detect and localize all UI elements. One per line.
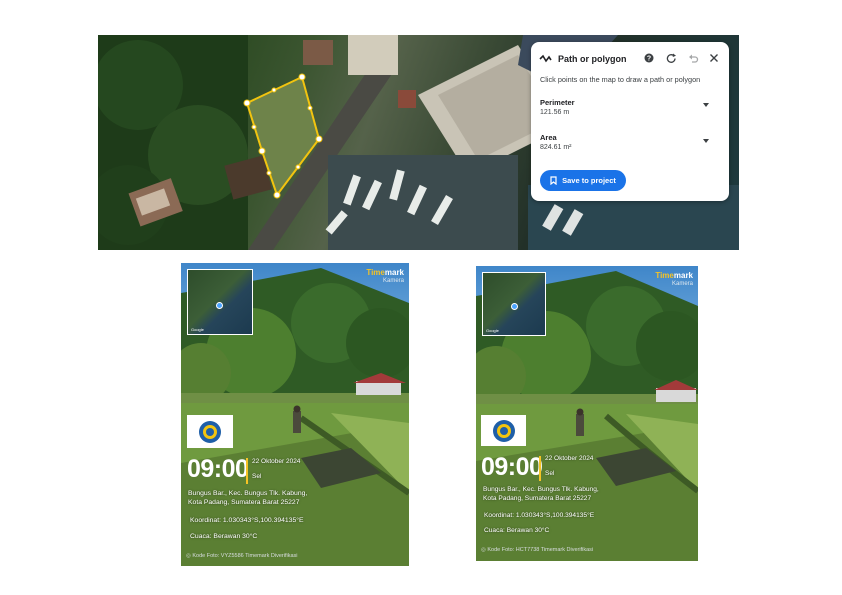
verified-shield-icon: ◎ <box>186 553 191 559</box>
timemark-brand: Timemark Kamera <box>366 268 404 284</box>
photo-code-text: Kode Foto: HCT7738 Timemark Diverifikasi <box>487 547 594 553</box>
photo-code-footer: ◎ Kode Foto: VYZ5586 Timemark Diverifika… <box>186 553 298 559</box>
day-text: Sel <box>252 473 262 480</box>
timemark-photo-2: Google Timemark Kamera 09:00 22 Oktober … <box>476 266 698 561</box>
perimeter-label: Perimeter <box>540 98 575 107</box>
chevron-down-icon[interactable] <box>702 102 712 112</box>
weather-text: Cuaca: Berawan 30°C <box>190 533 258 540</box>
perimeter-value: 121.56 m <box>540 109 570 116</box>
brand-part-time: Time <box>366 268 385 277</box>
date-text: 22 Oktober 2024 <box>545 455 594 462</box>
brand-subtitle: Kamera <box>382 278 404 284</box>
verified-shield-icon: ◎ <box>481 547 486 553</box>
coordinates-text: Koordinat: 1.030343°S,100.394135°E <box>484 512 595 519</box>
mini-map: Google <box>482 272 546 336</box>
brand-subtitle: Kamera <box>671 281 693 287</box>
photo-code-text: Kode Foto: VYZ5586 Timemark Diverifikasi <box>192 553 298 559</box>
path-icon <box>539 54 552 63</box>
svg-text:?: ? <box>647 56 651 63</box>
panel-hint: Click points on the map to draw a path o… <box>540 75 701 84</box>
address-line-1: Bungus Bar., Kec. Bungus Tlk. Kabung, <box>188 490 308 497</box>
satellite-map[interactable]: Path or polygon ? Click points on the ma… <box>98 35 739 250</box>
chevron-down-icon[interactable] <box>702 138 712 148</box>
time-divider <box>539 456 541 481</box>
help-icon[interactable]: ? <box>643 52 655 64</box>
address-line-2: Kota Padang, Sumatera Barat 25227 <box>483 495 592 502</box>
date-text: 22 Oktober 2024 <box>252 458 301 465</box>
weather-text: Cuaca: Berawan 30°C <box>484 527 550 534</box>
google-watermark: Google <box>486 328 499 333</box>
save-to-project-button[interactable]: Save to project <box>540 170 626 191</box>
agency-logo <box>187 415 233 448</box>
path-polygon-panel: Path or polygon ? Click points on the ma… <box>531 42 729 201</box>
brand-part-time: Time <box>655 271 674 280</box>
location-pin-icon <box>216 302 223 309</box>
location-pin-icon <box>511 303 518 310</box>
time-divider <box>246 458 248 484</box>
area-value: 824.61 m² <box>540 144 572 151</box>
address-line-2: Kota Padang, Sumatera Barat 25227 <box>188 499 300 506</box>
save-button-label: Save to project <box>562 176 616 185</box>
day-text: Sel <box>545 470 555 477</box>
timemark-brand: Timemark Kamera <box>655 271 693 287</box>
mini-map: Google <box>187 269 253 335</box>
google-watermark: Google <box>191 327 204 332</box>
time-display: 09:00 <box>187 455 249 483</box>
time-display: 09:00 <box>481 453 543 481</box>
photo-code-footer: ◎ Kode Foto: HCT7738 Timemark Diverifika… <box>481 547 593 553</box>
brand-part-mark: mark <box>673 271 693 280</box>
agency-logo <box>481 415 526 446</box>
brand-part-mark: mark <box>384 268 404 277</box>
refresh-icon[interactable] <box>665 52 677 64</box>
panel-title: Path or polygon <box>558 54 627 64</box>
area-label: Area <box>540 133 557 142</box>
undo-icon[interactable] <box>687 52 699 64</box>
coordinates-text: Koordinat: 1.030343°S,100.394135°E <box>190 517 304 524</box>
close-icon[interactable] <box>708 52 720 64</box>
timemark-photo-1: Google Timemark Kamera 09:00 22 Oktober … <box>181 263 409 566</box>
bookmark-icon <box>550 176 557 185</box>
panel-header: Path or polygon <box>539 52 627 66</box>
address-line-1: Bungus Bar., Kec. Bungus Tlk. Kabung, <box>483 486 599 493</box>
